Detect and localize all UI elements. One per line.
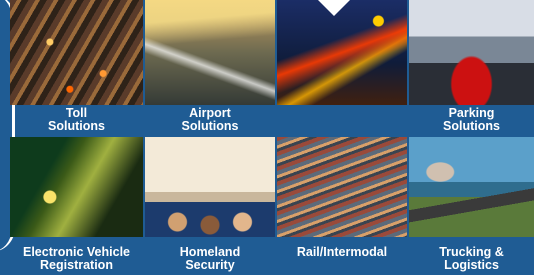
homeland-security-image[interactable] [145, 137, 275, 237]
parking-solutions-link[interactable]: Parking Solutions [409, 107, 534, 133]
rail-intermodal-link[interactable]: Rail/Intermodal [277, 246, 407, 259]
homeland-security-link[interactable]: Homeland Security [145, 246, 275, 272]
evr-image[interactable] [10, 137, 143, 237]
toll-label-line2: Solutions [48, 119, 105, 133]
evr-link[interactable]: Electronic Vehicle Registration [10, 246, 143, 272]
trucking-label-line2: Logistics [444, 258, 499, 272]
solutions-grid: Toll Solutions Airport Solutions Parking… [0, 0, 534, 275]
parking-label-line2: Solutions [443, 119, 500, 133]
airport-solutions-image[interactable] [145, 0, 275, 105]
airport-label-line2: Solutions [181, 119, 239, 133]
rail-intermodal-image[interactable] [277, 137, 407, 237]
trucking-logistics-image[interactable] [409, 137, 534, 237]
rail-label-line1: Rail/Intermodal [296, 245, 388, 259]
selection-pointer-icon [318, 0, 350, 16]
trucking-logistics-link[interactable]: Trucking & Logistics [409, 246, 534, 272]
parking-solutions-image[interactable] [409, 0, 534, 105]
homeland-label-line2: Security [185, 258, 235, 272]
toll-solutions-link[interactable]: Toll Solutions [10, 107, 143, 133]
toll-solutions-image[interactable] [10, 0, 143, 105]
evr-label-line2: Registration [40, 258, 113, 272]
airport-solutions-link[interactable]: Airport Solutions [145, 107, 275, 133]
